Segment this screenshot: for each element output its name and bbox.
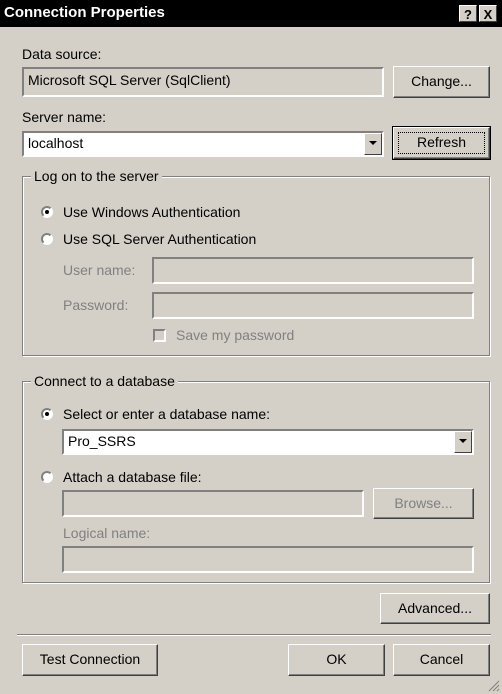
- cancel-button-label: Cancel: [419, 651, 464, 667]
- data-source-value: Microsoft SQL Server (SqlClient): [28, 72, 231, 88]
- radio-selected-dot: [45, 210, 49, 214]
- resize-grip-icon[interactable]: [488, 680, 500, 692]
- save-password-label[interactable]: Save my password: [176, 327, 294, 343]
- database-group-title: Connect to a database: [31, 373, 178, 389]
- logical-name-label: Logical name:: [63, 525, 151, 541]
- password-label: Password:: [63, 297, 129, 313]
- connection-properties-dialog: Connection Properties ? X Data source: M…: [0, 0, 502, 694]
- data-source-label: Data source:: [22, 46, 102, 62]
- server-name-combobox[interactable]: localhost: [22, 131, 384, 157]
- database-dropdown-arrow-icon[interactable]: [454, 431, 472, 453]
- change-button-label: Change...: [411, 73, 472, 89]
- test-connection-label: Test Connection: [39, 651, 141, 667]
- windows-auth-radio[interactable]: [41, 206, 53, 218]
- cancel-button[interactable]: Cancel: [393, 644, 490, 676]
- close-button[interactable]: X: [479, 5, 497, 22]
- title-bar: Connection Properties ? X: [0, 0, 502, 27]
- attach-file-input[interactable]: [62, 490, 364, 517]
- focus-rect: [398, 132, 485, 154]
- database-name-value: Pro_SSRS: [68, 433, 136, 449]
- test-connection-button[interactable]: Test Connection: [22, 644, 158, 676]
- separator: [17, 634, 491, 636]
- database-name-combobox[interactable]: Pro_SSRS: [62, 429, 474, 455]
- select-db-radio[interactable]: [41, 408, 53, 420]
- logical-name-input[interactable]: [62, 546, 474, 573]
- server-name-value: localhost: [28, 135, 84, 151]
- select-db-label[interactable]: Select or enter a database name:: [63, 406, 270, 422]
- attach-db-radio[interactable]: [41, 471, 53, 483]
- password-input[interactable]: [152, 292, 474, 319]
- server-name-label: Server name:: [22, 109, 107, 125]
- ok-button-label: OK: [326, 651, 347, 667]
- browse-button[interactable]: Browse...: [373, 488, 474, 519]
- browse-button-label: Browse...: [394, 495, 453, 511]
- save-password-checkbox[interactable]: [153, 329, 166, 342]
- advanced-button[interactable]: Advanced...: [380, 593, 490, 624]
- server-dropdown-arrow-icon[interactable]: [364, 133, 382, 155]
- ok-button[interactable]: OK: [288, 644, 385, 676]
- windows-auth-label[interactable]: Use Windows Authentication: [63, 204, 240, 220]
- change-button[interactable]: Change...: [393, 66, 490, 98]
- data-source-field: Microsoft SQL Server (SqlClient): [22, 67, 384, 97]
- logon-group-title: Log on to the server: [31, 168, 162, 184]
- refresh-button[interactable]: Refresh: [392, 126, 491, 160]
- advanced-button-label: Advanced...: [398, 600, 472, 616]
- attach-db-label[interactable]: Attach a database file:: [63, 469, 202, 485]
- help-button[interactable]: ?: [459, 5, 477, 22]
- radio-selected-dot: [45, 412, 49, 416]
- window-title: Connection Properties: [4, 4, 165, 21]
- username-input[interactable]: [152, 257, 474, 284]
- sql-auth-label[interactable]: Use SQL Server Authentication: [63, 231, 256, 247]
- username-label: User name:: [63, 262, 136, 278]
- sql-auth-radio[interactable]: [41, 233, 53, 245]
